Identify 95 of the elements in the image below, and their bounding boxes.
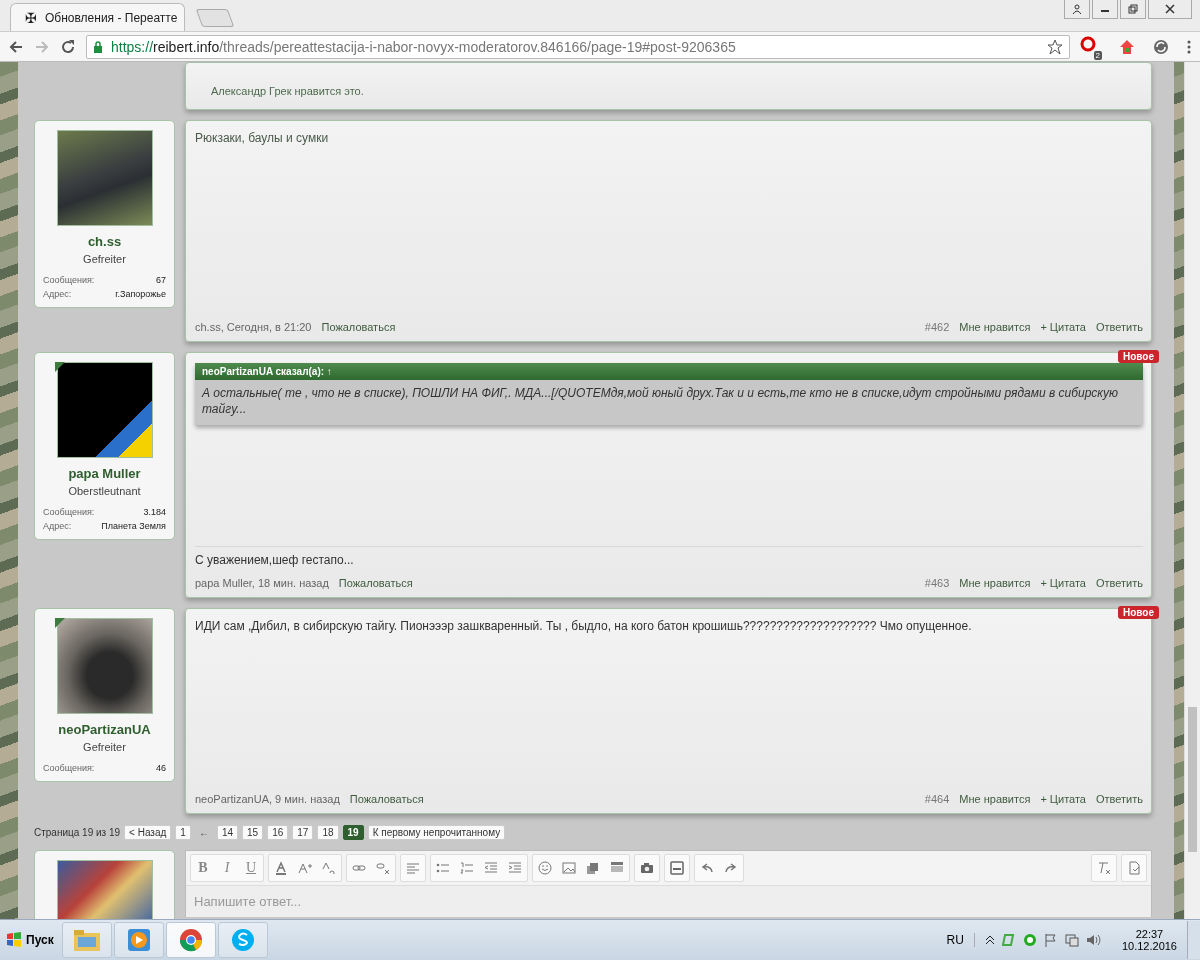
- post-author-time: neoPartizanUA, 9 мин. назад: [195, 793, 340, 805]
- extension-badge: 2: [1093, 50, 1102, 60]
- user-rank: Gefreiter: [83, 741, 126, 753]
- quote-header: neoPartizanUA сказал(а): ↑: [195, 363, 1143, 380]
- skype-icon[interactable]: [217, 922, 268, 958]
- network-icon[interactable]: [1064, 933, 1079, 947]
- flag-icon[interactable]: [1043, 933, 1058, 947]
- tray-expand-icon[interactable]: [984, 934, 995, 946]
- stat-label: Сообщения:: [43, 275, 95, 285]
- quote-text: А остальные( те , что не в списке), ПОШЛИ НА ФИГ,. МДА...[/QUOTEМдя,мой юный друх.Так и и есть,те кто не в списке,идут стройными рядами в сибирскую тайгу...: [195, 380, 1143, 426]
- start-button[interactable]: Пуск: [0, 922, 60, 958]
- quote-link[interactable]: + Цитата: [1040, 321, 1086, 333]
- scrollbar[interactable]: [1184, 62, 1200, 919]
- stat-label: Адрес:: [43, 289, 72, 299]
- stat-value: 46: [156, 763, 166, 773]
- media-player-icon[interactable]: [113, 922, 164, 958]
- restore-button[interactable]: [1120, 0, 1146, 19]
- stat-value: Планета Земля: [101, 521, 166, 531]
- back-icon[interactable]: [8, 38, 24, 55]
- tray-eye-icon[interactable]: [1022, 933, 1037, 947]
- chrome-icon[interactable]: [165, 922, 216, 958]
- page-button[interactable]: 16: [267, 824, 289, 840]
- first-unread-button[interactable]: К первому непрочитанному: [367, 824, 506, 840]
- language-indicator[interactable]: RU: [938, 933, 972, 947]
- username-link[interactable]: neoPartizanUA: [58, 722, 151, 737]
- clock-time: 22:37: [1135, 928, 1164, 940]
- quote-link[interactable]: + Цитата: [1040, 793, 1086, 805]
- avatar-photo-placeholder[interactable]: [56, 618, 153, 714]
- user-rank: Oberstleutnant: [68, 485, 141, 497]
- page-gap-arrow: ←: [197, 826, 210, 838]
- menu-icon[interactable]: [1186, 38, 1192, 55]
- house-icon[interactable]: [1118, 37, 1136, 56]
- signature-text: С уважением,шеф гестапо...: [195, 546, 1143, 567]
- restore-icon: [1128, 4, 1138, 14]
- like-link[interactable]: Мне нравится: [959, 577, 1031, 589]
- avatar-photo-placeholder[interactable]: [56, 130, 153, 226]
- stat-value: 3.184: [143, 507, 166, 517]
- post-author-time: ch.ss, Сегодня, в 21:20: [195, 321, 312, 333]
- username-link[interactable]: papa Muller: [68, 466, 141, 481]
- format-button[interactable]: U: [239, 855, 263, 881]
- page-button[interactable]: 15: [242, 824, 264, 840]
- post-author-time: papa Muller, 18 мин. назад: [195, 577, 329, 589]
- clock-date: 10.12.2016: [1121, 940, 1177, 952]
- likes-text: Александр Грек нравится это.: [210, 85, 365, 97]
- new-badge: Новое: [1118, 350, 1159, 363]
- close-button[interactable]: [1148, 0, 1192, 19]
- reply-link[interactable]: Ответить: [1095, 321, 1143, 333]
- post-number-link[interactable]: #463: [924, 577, 950, 589]
- new-badge: Новое: [1118, 606, 1159, 619]
- windows-logo-icon: [6, 932, 22, 948]
- page-button[interactable]: 1: [175, 824, 191, 840]
- stat-value: г.Запорожье: [115, 289, 166, 299]
- post-number-link[interactable]: #462: [924, 321, 950, 333]
- reply-link[interactable]: Ответить: [1095, 577, 1143, 589]
- username-link[interactable]: ch.ss: [87, 234, 122, 249]
- clock[interactable]: 22:37 10.12.2016: [1113, 928, 1185, 952]
- stat-label: Сообщения:: [43, 507, 95, 517]
- page-button[interactable]: 19: [342, 824, 364, 840]
- user-icon[interactable]: [1064, 0, 1090, 19]
- lock-icon: [93, 40, 103, 53]
- user-rank: Gefreiter: [83, 253, 126, 265]
- stat-label: Сообщения:: [43, 763, 95, 773]
- page-button[interactable]: 14: [216, 824, 239, 840]
- volume-icon[interactable]: [1085, 933, 1102, 947]
- avatar-photo-placeholder[interactable]: [56, 362, 153, 458]
- report-link[interactable]: Пожаловаться: [349, 793, 424, 805]
- stat-value: 67: [156, 275, 166, 285]
- minimize-button[interactable]: [1092, 0, 1118, 19]
- reload-icon[interactable]: [60, 38, 76, 55]
- post-text: Рюкзаки, баулы и сумки: [195, 131, 330, 145]
- reply-editor[interactable]: B I U Напишите ответ...: [185, 850, 1152, 917]
- page-button[interactable]: 18: [317, 824, 339, 840]
- quote-link[interactable]: + Цитата: [1040, 577, 1086, 589]
- previous-page-button[interactable]: < Назад: [124, 824, 172, 840]
- stat-label: Адрес:: [43, 521, 72, 531]
- like-link[interactable]: Мне нравится: [959, 321, 1031, 333]
- reply-link[interactable]: Ответить: [1095, 793, 1143, 805]
- address-field[interactable]: https://reibert.info/threads/pereattestacija-i-nabor-novyx-moderatorov.846166/page-19#post-9206365: [86, 34, 1070, 59]
- tray-app-icon[interactable]: [1001, 933, 1016, 947]
- star-icon[interactable]: [1047, 38, 1063, 55]
- page-button[interactable]: 17: [292, 824, 314, 840]
- cross-icon: ✠: [25, 9, 37, 26]
- report-link[interactable]: Пожаловаться: [338, 577, 413, 589]
- like-link[interactable]: Мне нравится: [959, 793, 1031, 805]
- post-number-link[interactable]: #464: [924, 793, 950, 805]
- format-button[interactable]: I: [215, 855, 239, 881]
- new-tab-button[interactable]: [195, 9, 235, 27]
- browser-tab[interactable]: ✠ Обновления - Переатте: [10, 3, 185, 31]
- close-icon: [1165, 4, 1175, 14]
- sync-icon[interactable]: [1152, 37, 1170, 56]
- report-link[interactable]: Пожаловаться: [321, 321, 396, 333]
- post-text: ИДИ сам ,Дибил, в сибирскую тайгу. Пионэээр зашкваренный. Ты , быдло, на кого батон крошишь???????????????????? Чмо опущенное.: [195, 619, 973, 633]
- folder-icon[interactable]: [61, 922, 112, 958]
- page-summary: Страница 19 из 19: [34, 826, 121, 838]
- forward-icon[interactable]: [34, 38, 50, 55]
